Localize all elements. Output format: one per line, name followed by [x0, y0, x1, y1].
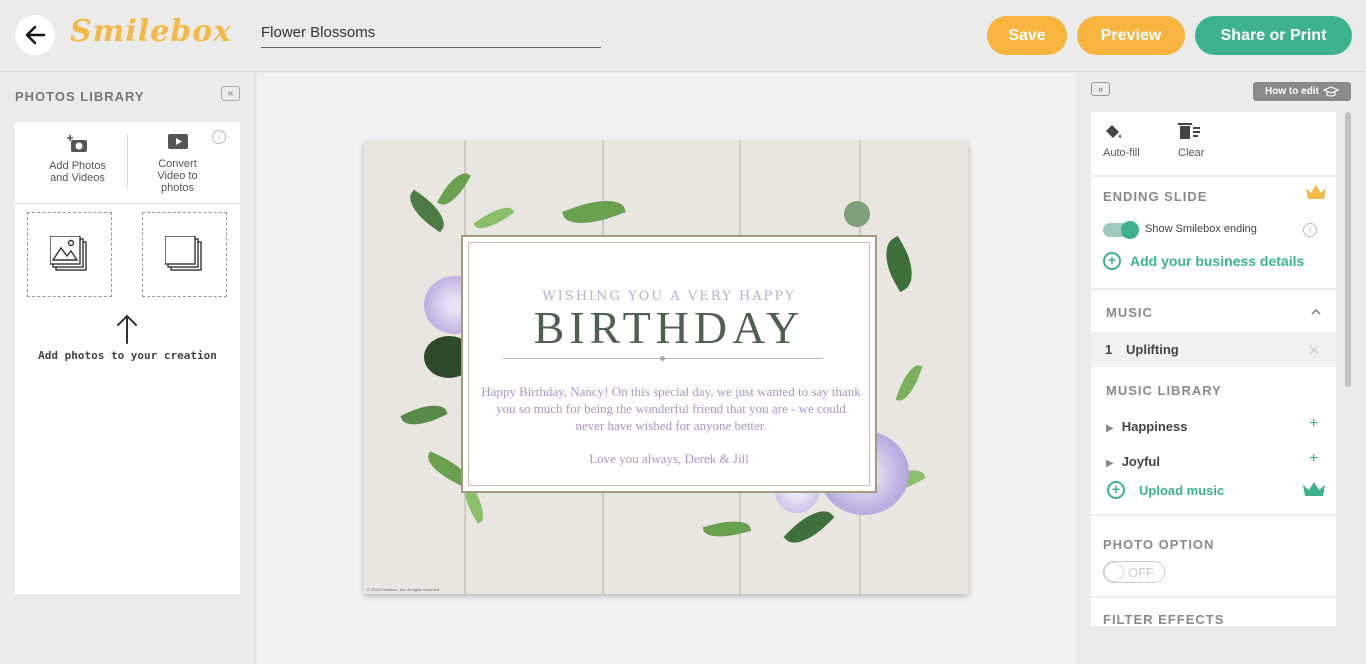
show-ending-toggle[interactable] — [1103, 221, 1139, 239]
canvas-area: WISHING YOU A VERY HAPPY BIRTHDAY Happy … — [257, 73, 1076, 664]
share-or-print-button[interactable]: Share or Print — [1195, 16, 1352, 55]
add-track-plus-icon[interactable]: + — [1309, 450, 1318, 468]
toggle-state-label: OFF — [1128, 565, 1154, 580]
library-track-name: Happiness — [1121, 419, 1188, 434]
show-ending-label: Show Smilebox ending — [1145, 223, 1257, 235]
how-to-edit-button[interactable]: How to edit — [1253, 82, 1351, 101]
leaf-decoration — [562, 191, 626, 233]
quick-tools-section: Auto-fill Clear — [1091, 112, 1336, 175]
top-bar: Smilebox Save Preview Share or Print — [0, 0, 1366, 72]
smilebox-logo: Smilebox — [70, 14, 233, 49]
filter-effects-title: FILTER EFFECTS — [1103, 612, 1225, 626]
add-photos-hint: Add photos to your creation — [38, 349, 217, 362]
copyright-notice: © 2018 Smilebox, Inc. All rights reserve… — [367, 587, 441, 592]
photo-option-toggle[interactable]: OFF — [1103, 561, 1165, 583]
message-frame: WISHING YOU A VERY HAPPY BIRTHDAY Happy … — [461, 235, 877, 493]
image-stack-icon — [49, 235, 87, 271]
add-circle-icon[interactable]: + — [1103, 252, 1121, 270]
leaf-decoration — [875, 235, 923, 293]
photos-library-title: PHOTOS LIBRARY — [15, 89, 145, 104]
video-play-icon — [167, 134, 188, 149]
auto-fill-button[interactable]: Auto-fill — [1103, 122, 1140, 159]
add-business-details-link[interactable]: Add your business details — [1130, 253, 1304, 269]
music-library-title: MUSIC LIBRARY — [1106, 383, 1222, 398]
how-to-edit-label: How to edit — [1265, 86, 1319, 97]
leaf-decoration — [400, 397, 448, 433]
toggle-knob — [1105, 563, 1123, 581]
tool-divider — [127, 134, 128, 189]
music-title: MUSIC — [1106, 305, 1153, 320]
premium-crown-icon — [1305, 183, 1327, 206]
convert-video-label: Convert Video to photos — [157, 158, 198, 194]
selected-track-row[interactable]: 1 Uplifting — [1091, 332, 1336, 367]
project-title-input[interactable] — [261, 18, 601, 48]
add-track-plus-icon[interactable]: + — [1309, 415, 1318, 433]
leaf-decoration — [895, 361, 923, 405]
card-signature[interactable]: Love you always, Derek & Jill — [463, 451, 875, 467]
collapse-left-panel-button[interactable]: « — [221, 86, 240, 101]
convert-video-button[interactable]: Convert Video to photos — [145, 134, 210, 194]
photos-library-card: Add Photos and Videos Convert Video to p… — [15, 122, 240, 594]
photo-slot-1[interactable] — [27, 212, 112, 297]
editor-settings-panel: » How to edit Auto-fill Clear ENDING SLI… — [1077, 73, 1366, 664]
photos-library-panel: PHOTOS LIBRARY « Add Photos and Videos C… — [0, 73, 256, 664]
music-section: MUSIC 1 Uplifting MUSIC LIBRARY ▶ Happine… — [1091, 290, 1336, 514]
save-button[interactable]: Save — [987, 16, 1067, 55]
library-track-row[interactable]: ▶ Happiness — [1106, 419, 1187, 434]
trash-list-icon — [1178, 123, 1200, 139]
photo-option-section: PHOTO OPTION OFF — [1091, 516, 1336, 596]
photo-option-title: PHOTO OPTION — [1103, 537, 1215, 552]
scrollbar[interactable] — [1345, 112, 1351, 387]
card-message[interactable]: Happy Birthday, Nancy! On this special d… — [481, 383, 861, 434]
upload-plus-icon[interactable]: + — [1107, 481, 1125, 499]
play-icon[interactable]: ▶ — [1106, 423, 1114, 434]
ending-slide-title: ENDING SLIDE — [1103, 189, 1208, 204]
double-chevron-left-icon: « — [227, 88, 234, 99]
double-chevron-right-icon: » — [1097, 84, 1103, 94]
premium-crown-icon — [1302, 480, 1326, 503]
settings-scroll-area[interactable]: Auto-fill Clear ENDING SLIDE Show Smileb… — [1091, 112, 1336, 626]
track-name: Uplifting — [1126, 342, 1179, 357]
card-headline[interactable]: BIRTHDAY — [463, 301, 875, 354]
filter-effects-section: FILTER EFFECTS — [1091, 598, 1336, 626]
add-photos-button[interactable]: Add Photos and Videos — [40, 134, 115, 184]
succulent-decoration — [844, 201, 870, 227]
auto-fill-label: Auto-fill — [1103, 147, 1140, 159]
ornament-dot — [660, 356, 665, 361]
back-button[interactable] — [15, 15, 55, 55]
arrow-up-icon — [117, 314, 137, 344]
upload-music-link[interactable]: Upload music — [1139, 483, 1224, 498]
toggle-knob — [1121, 221, 1139, 239]
clear-button[interactable]: Clear — [1178, 122, 1204, 159]
track-index: 1 — [1105, 342, 1113, 357]
divider — [15, 203, 240, 204]
frame-inner-border — [468, 242, 870, 486]
clear-label: Clear — [1178, 147, 1205, 159]
paint-bucket-icon — [1106, 125, 1121, 138]
library-track-name: Joyful — [1121, 454, 1160, 469]
add-camera-icon — [66, 135, 87, 152]
play-icon[interactable]: ▶ — [1106, 458, 1114, 469]
blank-stack-icon — [164, 235, 202, 271]
add-photos-label: Add Photos and Videos — [49, 160, 106, 184]
birthday-card-slide[interactable]: WISHING YOU A VERY HAPPY BIRTHDAY Happy … — [364, 141, 968, 594]
ending-slide-section: ENDING SLIDE Show Smilebox ending i + Ad… — [1091, 177, 1336, 288]
info-icon[interactable]: i — [212, 130, 226, 144]
info-icon[interactable]: i — [1303, 223, 1317, 237]
collapse-right-panel-button[interactable]: » — [1091, 82, 1110, 96]
chevron-up-icon[interactable] — [1311, 308, 1321, 315]
photo-slot-2[interactable] — [142, 212, 227, 297]
graduation-cap-icon — [1322, 85, 1339, 97]
remove-track-icon[interactable] — [1309, 345, 1319, 355]
preview-button[interactable]: Preview — [1077, 16, 1185, 55]
leaf-decoration — [702, 515, 752, 543]
leaf-decoration — [473, 200, 515, 236]
library-track-row[interactable]: ▶ Joyful — [1106, 454, 1160, 469]
arrow-left-icon — [25, 25, 46, 45]
